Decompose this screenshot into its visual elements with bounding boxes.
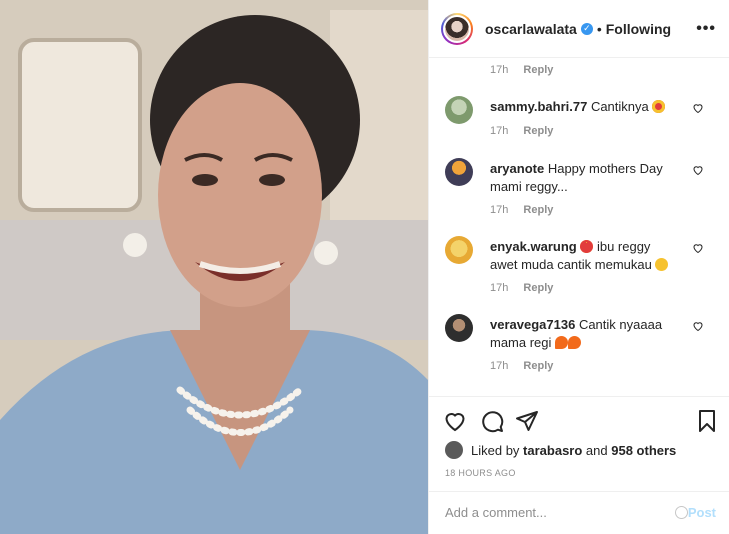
comment-text-block: veravega7136 Cantik nyaaaa mama regi: [490, 316, 680, 352]
flushed-face-emoji-icon: [655, 258, 669, 271]
comment-text-block: sammy.bahri.77 Cantiknya: [490, 98, 680, 116]
heart-eyes-emoji-icon: [580, 240, 594, 253]
reply-button[interactable]: Reply: [523, 204, 553, 216]
liker-username[interactable]: tarabasro: [523, 443, 582, 458]
post-photo: [0, 0, 428, 534]
likes-others-link[interactable]: 958 others: [611, 443, 676, 458]
verified-badge-icon: ✓: [580, 22, 593, 35]
comment-text-block: aryanote Happy mothers Day mami reggy...: [490, 160, 680, 196]
fire-emoji-icon: [568, 336, 582, 349]
comment-meta: 17h Reply: [490, 64, 554, 76]
comment-meta: 17h Reply: [490, 360, 554, 372]
reply-button[interactable]: Reply: [523, 360, 553, 372]
fire-emoji-icon: [555, 336, 569, 349]
comment-meta: 17h Reply: [490, 282, 554, 294]
comment-text-block: enyak.warung ibu reggy awet muda cantik …: [490, 238, 680, 274]
share-paper-plane-icon[interactable]: [515, 409, 539, 433]
like-comment-heart-icon[interactable]: [692, 164, 704, 176]
emoji-picker-icon[interactable]: [675, 506, 688, 519]
portrait-image: [0, 0, 428, 534]
post-side-panel: oscarlawalata ✓ • Following ••• 17h Repl…: [428, 0, 729, 534]
comments-list: 17h Reply sammy.bahri.77 Cantiknya 17h R…: [429, 58, 729, 396]
more-icon[interactable]: •••: [696, 20, 716, 38]
comment-username[interactable]: enyak.warung: [490, 239, 577, 254]
reply-button[interactable]: Reply: [523, 64, 553, 76]
like-comment-heart-icon[interactable]: [692, 242, 704, 254]
following-button[interactable]: Following: [606, 21, 671, 37]
liker-avatar[interactable]: [445, 441, 463, 459]
separator-dot: •: [596, 20, 602, 37]
comment-meta: 17h Reply: [490, 204, 554, 216]
commenter-avatar[interactable]: [445, 96, 473, 124]
like-comment-heart-icon[interactable]: [692, 102, 704, 114]
author-avatar[interactable]: [441, 12, 473, 45]
author-username[interactable]: oscarlawalata: [485, 21, 577, 37]
commenter-avatar[interactable]: [445, 314, 473, 342]
save-bookmark-icon[interactable]: [695, 409, 719, 433]
commenter-avatar[interactable]: [445, 236, 473, 264]
comment-username[interactable]: veravega7136: [490, 317, 575, 332]
comment-username[interactable]: aryanote: [490, 161, 544, 176]
like-comment-heart-icon[interactable]: [692, 320, 704, 332]
add-comment-bar: Add a comment... Post: [429, 491, 729, 534]
reply-button[interactable]: Reply: [523, 125, 553, 137]
post-comment-button[interactable]: Post: [688, 505, 716, 520]
add-comment-input[interactable]: Add a comment...: [445, 505, 547, 520]
post-timestamp[interactable]: 18 HOURS AGO: [445, 468, 516, 478]
comment-body: Cantiknya: [590, 99, 649, 114]
reply-button[interactable]: Reply: [523, 282, 553, 294]
post-header: oscarlawalata ✓ • Following •••: [429, 0, 729, 58]
comment-bubble-icon[interactable]: [480, 409, 504, 433]
commenter-avatar[interactable]: [445, 158, 473, 186]
likes-summary: Liked by tarabasro and 958 others: [445, 441, 676, 459]
post-actions: Liked by tarabasro and 958 others 18 HOU…: [429, 396, 729, 491]
comment-meta: 17h Reply: [490, 125, 554, 137]
like-heart-icon[interactable]: [443, 409, 467, 433]
comment-username[interactable]: sammy.bahri.77: [490, 99, 587, 114]
heart-eyes-emoji-icon: [652, 100, 666, 113]
